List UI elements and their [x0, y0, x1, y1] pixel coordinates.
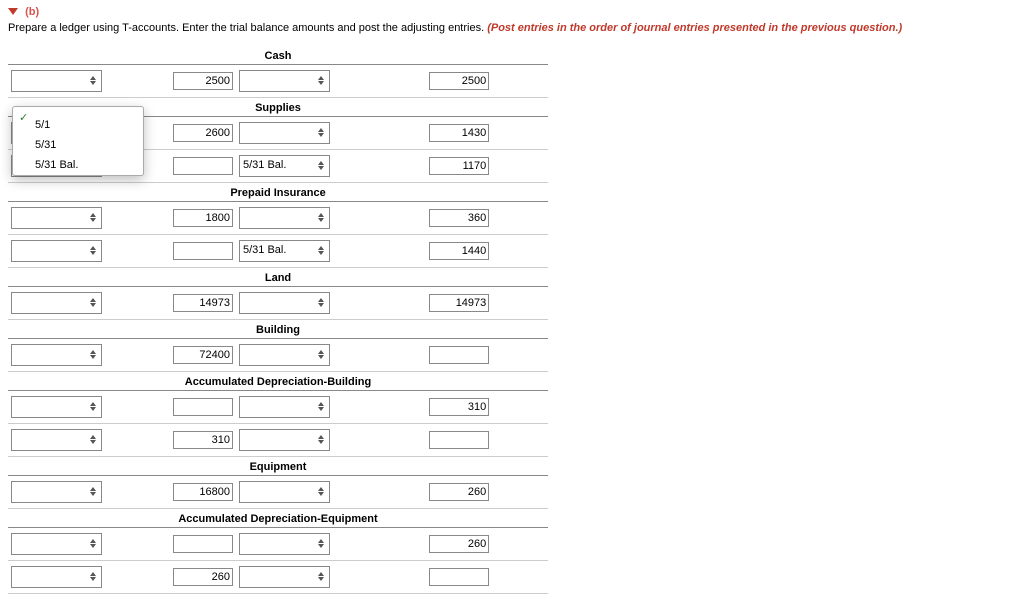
updown-icon	[315, 295, 327, 309]
updown-icon	[87, 484, 99, 498]
updown-icon	[315, 484, 327, 498]
account-header: Equipment	[8, 457, 548, 476]
select-input[interactable]	[239, 566, 330, 588]
amount-input[interactable]	[173, 157, 233, 175]
select-input[interactable]	[239, 396, 330, 418]
amount-input[interactable]	[429, 346, 489, 364]
select-input[interactable]: 5/31 Bal.	[239, 155, 330, 177]
amount-input[interactable]	[173, 398, 233, 416]
select-input[interactable]	[11, 70, 102, 92]
updown-icon	[87, 432, 99, 446]
account-header: Accumulated Depreciation-Equipment	[8, 509, 548, 528]
updown-icon	[87, 295, 99, 309]
updown-icon	[87, 210, 99, 224]
select-input[interactable]	[239, 533, 330, 555]
updown-icon	[315, 399, 327, 413]
updown-icon	[87, 73, 99, 87]
select-input[interactable]	[11, 481, 102, 503]
account-header: Accumulated Depreciation-Building	[8, 372, 548, 391]
amount-input[interactable]	[429, 157, 489, 175]
select-input[interactable]	[11, 207, 102, 229]
date-select-dropdown[interactable]: ✓ 5/1 5/31 5/31 Bal.	[12, 106, 144, 176]
select-input[interactable]	[11, 344, 102, 366]
amount-input[interactable]	[173, 568, 233, 586]
dropdown-item-label: 5/1	[35, 119, 50, 131]
updown-icon	[315, 73, 327, 87]
amount-input[interactable]	[429, 398, 489, 416]
amount-input[interactable]	[429, 568, 489, 586]
triangle-down-icon	[8, 8, 18, 15]
amount-input[interactable]	[173, 431, 233, 449]
amount-input[interactable]	[173, 294, 233, 312]
select-input[interactable]	[11, 396, 102, 418]
updown-icon	[315, 536, 327, 550]
dropdown-item-label: 5/31	[35, 139, 56, 151]
select-input[interactable]	[239, 481, 330, 503]
select-input[interactable]	[239, 344, 330, 366]
amount-input[interactable]	[429, 124, 489, 142]
amount-input[interactable]	[173, 483, 233, 501]
account-header: Land	[8, 268, 548, 287]
amount-input[interactable]	[429, 72, 489, 90]
updown-icon	[315, 158, 327, 172]
updown-icon	[315, 125, 327, 139]
updown-icon	[87, 399, 99, 413]
select-input[interactable]: 5/31 Bal.	[239, 240, 330, 262]
updown-icon	[87, 347, 99, 361]
updown-icon	[87, 536, 99, 550]
dropdown-item[interactable]: 5/31	[13, 135, 143, 155]
amount-input[interactable]	[429, 535, 489, 553]
amount-input[interactable]	[173, 242, 233, 260]
updown-icon	[315, 347, 327, 361]
amount-input[interactable]	[429, 294, 489, 312]
amount-input[interactable]	[429, 209, 489, 227]
dropdown-item-label: 5/31 Bal.	[35, 159, 78, 171]
select-input[interactable]	[239, 292, 330, 314]
select-input[interactable]	[239, 429, 330, 451]
account-header: Prepaid Insurance	[8, 183, 548, 202]
amount-input[interactable]	[173, 72, 233, 90]
amount-input[interactable]	[173, 209, 233, 227]
updown-icon	[315, 569, 327, 583]
account-header: Building	[8, 320, 548, 339]
select-input[interactable]	[239, 122, 330, 144]
amount-input[interactable]	[173, 124, 233, 142]
updown-icon	[315, 432, 327, 446]
section-label-text: (b)	[25, 6, 39, 18]
updown-icon	[87, 569, 99, 583]
dropdown-item[interactable]: 5/1	[13, 115, 143, 135]
select-input[interactable]	[239, 70, 330, 92]
amount-input[interactable]	[429, 242, 489, 260]
amount-input[interactable]	[429, 431, 489, 449]
amount-input[interactable]	[173, 346, 233, 364]
instruction-emph: (Post entries in the order of journal en…	[487, 22, 902, 34]
select-input[interactable]	[11, 240, 102, 262]
select-input[interactable]	[11, 533, 102, 555]
select-input[interactable]	[239, 207, 330, 229]
amount-input[interactable]	[429, 483, 489, 501]
instruction-text: Prepare a ledger using T-accounts. Enter…	[8, 22, 1024, 34]
instruction-plain: Prepare a ledger using T-accounts. Enter…	[8, 22, 487, 34]
dropdown-item-blank[interactable]: ✓	[13, 107, 143, 115]
select-input[interactable]	[11, 429, 102, 451]
dropdown-item[interactable]: 5/31 Bal.	[13, 155, 143, 175]
updown-icon	[315, 210, 327, 224]
section-label: (b)	[8, 6, 1024, 18]
amount-input[interactable]	[173, 535, 233, 553]
select-input[interactable]	[11, 566, 102, 588]
select-input[interactable]	[11, 292, 102, 314]
updown-icon	[87, 243, 99, 257]
updown-icon	[315, 243, 327, 257]
account-header: Cash	[8, 46, 548, 65]
